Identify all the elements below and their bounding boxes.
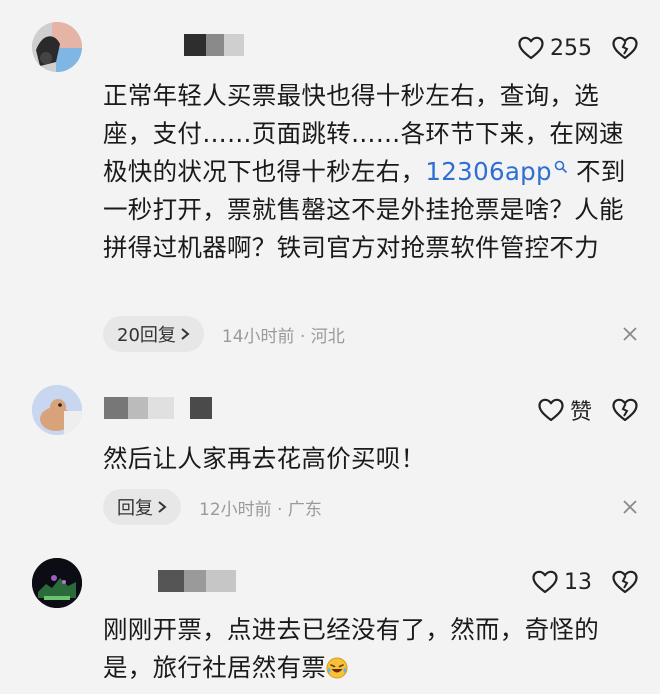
heart-outline-icon [538, 398, 564, 422]
avatar[interactable] [32, 22, 82, 72]
avatar[interactable] [32, 558, 82, 608]
dislike-button[interactable] [612, 570, 638, 594]
avatar[interactable] [32, 385, 82, 435]
like-button[interactable]: 13 [532, 570, 592, 595]
dislike-button[interactable] [612, 398, 638, 422]
comment-3: 13 刚刚开票，点进去已经没有了，然而，奇怪的是，旅行社居然有票 [0, 540, 660, 694]
like-count: 13 [564, 569, 592, 595]
broken-heart-icon [612, 36, 638, 60]
comment-1: 255 正常年轻人买票最快也得十秒左右，查询，选座，支付……页面跳转……各环节下… [0, 0, 660, 365]
username-blurred[interactable] [158, 570, 236, 592]
comment-actions: 255 [518, 33, 660, 63]
time-location: 14小时前 · 河北 [221, 326, 345, 347]
time-location: 12小时前 · 广东 [199, 499, 322, 520]
comment-actions: 赞 [538, 395, 660, 425]
search-link-text: 12306app [425, 157, 552, 186]
search-link[interactable]: 12306app [425, 157, 567, 186]
comment-text-body: 刚刚开票，点进去已经没有了，然而，奇怪的是，旅行社居然有票 [103, 615, 599, 682]
close-icon[interactable] [622, 326, 638, 342]
avatar-image [32, 22, 82, 72]
comment-2: 赞 然后让人家再去花高价买呗！ 回复 12小时前 · 广东 [0, 365, 660, 540]
chevron-right-icon [181, 328, 190, 340]
broken-heart-icon [612, 398, 638, 422]
close-icon[interactable] [622, 499, 638, 515]
heart-outline-icon [518, 36, 544, 60]
comment-actions: 13 [532, 567, 660, 597]
comment-text: 正常年轻人买票最快也得十秒左右，查询，选座，支付……页面跳转……各环节下来，在网… [103, 77, 632, 267]
username-blurred[interactable] [104, 397, 212, 419]
reply-button[interactable]: 20回复 [103, 316, 204, 352]
avatar-image [32, 385, 82, 435]
chevron-right-icon [158, 501, 167, 513]
avatar-image [32, 558, 82, 608]
reply-label: 20回复 [117, 325, 176, 346]
dislike-button[interactable] [612, 36, 638, 60]
like-count: 255 [550, 35, 592, 61]
heart-outline-icon [532, 570, 558, 594]
like-label: 赞 [569, 400, 592, 425]
like-button[interactable]: 255 [518, 36, 592, 61]
laughing-crying-emoji-icon [326, 657, 348, 679]
like-button[interactable]: 赞 [538, 394, 592, 426]
comment-meta: 20回复 14小时前 · 河北 [103, 315, 638, 353]
reply-label: 回复 [117, 498, 153, 519]
broken-heart-icon [612, 570, 638, 594]
comment-text: 刚刚开票，点进去已经没有了，然而，奇怪的是，旅行社居然有票 [103, 611, 632, 687]
comment-text: 然后让人家再去花高价买呗！ [103, 444, 426, 473]
comment-meta: 回复 12小时前 · 广东 [103, 488, 638, 526]
reply-button[interactable]: 回复 [103, 489, 181, 525]
search-icon [554, 160, 567, 174]
username-blurred[interactable] [184, 34, 244, 56]
